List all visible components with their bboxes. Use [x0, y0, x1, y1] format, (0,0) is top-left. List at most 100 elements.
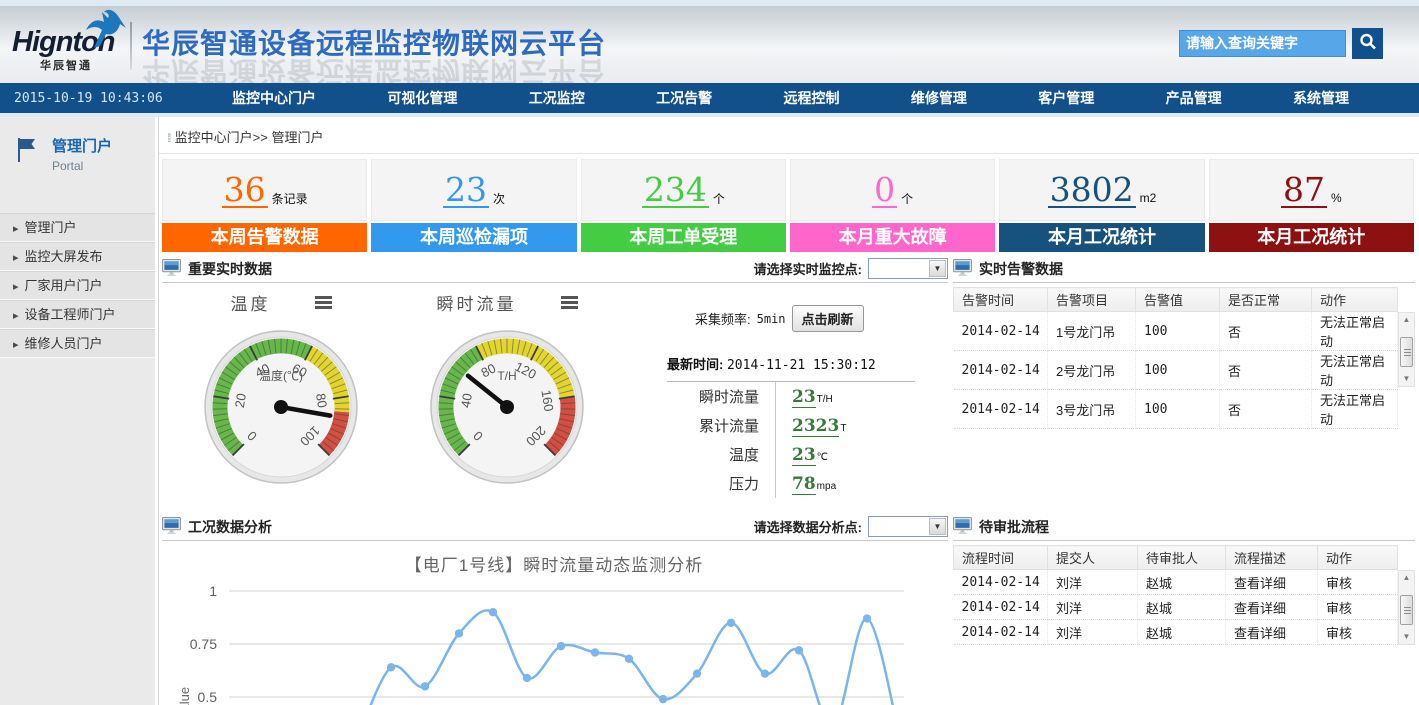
- stat-value[interactable]: 234: [642, 173, 709, 208]
- alarms-scrollbar[interactable]: ▲ ▼: [1398, 312, 1415, 387]
- breadcrumb-divider: [159, 153, 1419, 154]
- stat-unit: 个: [713, 190, 725, 207]
- logo-subtext: 华辰智通: [40, 57, 132, 73]
- approvals-column-header: 待审批人: [1138, 546, 1226, 570]
- stat-value[interactable]: 23: [443, 173, 489, 208]
- nav-item[interactable]: 维修管理: [911, 88, 967, 108]
- reading-label: 温度: [667, 444, 775, 465]
- table-row[interactable]: 2014-02-14 1号龙门吊 100 否 无法正常启动: [954, 312, 1398, 351]
- temperature-gauge: 020406080100温度(℃): [201, 327, 361, 487]
- reading-value: 23T/H: [776, 387, 833, 407]
- table-row[interactable]: 2014-02-14 刘洋 赵城 查看详细 审核: [954, 595, 1398, 620]
- latest-time-value: 2014-11-21 15:30:12: [727, 358, 876, 373]
- main-nav: 监控中心门户 可视化管理 工况监控 工况告警 远程控制 维修管理 客户管理 产品…: [232, 83, 1349, 113]
- freq-value: 5min: [757, 312, 786, 326]
- stat-unit: 条记录: [272, 190, 308, 207]
- table-row[interactable]: 2014-02-14 3号龙门吊 100 否 无法正常启动: [954, 390, 1398, 429]
- alarms-table-wrap: 告警时间告警项目告警值是否正常动作 2014-02-14 1号龙门吊 100 否…: [953, 287, 1415, 387]
- search-input[interactable]: [1179, 30, 1346, 57]
- alarms-column-header: 告警值: [1136, 288, 1220, 312]
- stat-card-top: 3802 m2: [999, 159, 1204, 221]
- triangle-right-icon: ▸: [13, 223, 19, 235]
- svg-text:20: 20: [232, 392, 249, 409]
- refresh-button[interactable]: 点击刷新: [792, 305, 864, 332]
- monitor-point-label: 请选择实时监控点:: [754, 259, 862, 278]
- reading-value: 23℃: [776, 445, 828, 465]
- sidebar-item[interactable]: ▸厂家用户门户: [0, 271, 155, 300]
- sidebar-item[interactable]: ▸管理门户: [0, 213, 155, 242]
- sidebar-item[interactable]: ▸设备工程师门户: [0, 300, 155, 329]
- table-row[interactable]: 2014-02-14 刘洋 赵城 查看详细 审核: [954, 570, 1398, 595]
- realtime-section-title: 重要实时数据: [188, 259, 272, 279]
- stat-label: 本周巡检漏项: [371, 223, 576, 252]
- stat-card: 234 个 本周工单受理: [581, 159, 786, 252]
- chevron-down-icon[interactable]: ▼: [929, 260, 946, 277]
- scroll-down-icon[interactable]: ▼: [1399, 630, 1414, 644]
- monitor-icon: [953, 517, 972, 537]
- scroll-down-icon[interactable]: ▼: [1399, 372, 1414, 386]
- stat-card: 23 次 本周巡检漏项: [371, 159, 576, 252]
- svg-text:value: value: [177, 687, 192, 705]
- scroll-up-icon[interactable]: ▲: [1399, 571, 1414, 585]
- nav-item[interactable]: 系统管理: [1293, 88, 1349, 108]
- flow-gauge-block: 瞬时流量 04080120160200T/H: [397, 289, 617, 487]
- monitor-icon: [162, 517, 181, 537]
- nav-item[interactable]: 监控中心门户: [232, 88, 316, 108]
- sidebar-item[interactable]: ▸监控大屏发布: [0, 242, 155, 271]
- main-content: ⁞⁞监控中心门户>> 管理门户 36 条记录 本周告警数据 23 次: [158, 117, 1419, 705]
- nav-item[interactable]: 远程控制: [784, 88, 840, 108]
- scroll-up-icon[interactable]: ▲: [1399, 313, 1414, 327]
- scrollbar-thumb[interactable]: [1400, 595, 1413, 625]
- stat-card-top: 0 个: [790, 159, 995, 221]
- realtime-info-panel: 采集频率: 5min 点击刷新 最新时间: 2014-11-21 15:30:1…: [667, 305, 919, 498]
- nav-timestamp: 2015-10-19 10:43:06: [14, 91, 163, 106]
- approvals-column-header: 流程时间: [954, 546, 1048, 570]
- scrollbar-thumb[interactable]: [1400, 337, 1413, 367]
- sidebar-item[interactable]: ▸维修人员门户: [0, 329, 155, 358]
- stat-value[interactable]: 3802: [1048, 173, 1136, 208]
- readings-table: 瞬时流量 23T/H 累计流量 2323T: [667, 381, 915, 498]
- nav-item[interactable]: 工况告警: [656, 88, 712, 108]
- breadcrumb-icon: ⁞⁞: [167, 131, 170, 145]
- realtime-section-header: 重要实时数据 请选择实时监控点: ▼: [162, 255, 948, 283]
- menu-icon[interactable]: [315, 296, 332, 309]
- stat-card-top: 23 次: [371, 159, 576, 221]
- stat-unit: 次: [493, 190, 505, 207]
- triangle-right-icon: ▸: [13, 339, 19, 351]
- stat-card-top: 234 个: [581, 159, 786, 221]
- stat-value[interactable]: 0: [872, 173, 897, 208]
- stat-card-top: 87 %: [1209, 159, 1414, 221]
- chevron-down-icon[interactable]: ▼: [929, 518, 946, 535]
- temperature-gauge-block: 温度 020406080100温度(℃): [171, 289, 391, 487]
- table-row[interactable]: 2014-02-14 2号龙门吊 100 否 无法正常启动: [954, 351, 1398, 390]
- analysis-point-select[interactable]: ▼: [868, 516, 948, 537]
- stat-unit: m2: [1140, 191, 1157, 205]
- sidebar: 管理门户 Portal ▸管理门户 ▸监控大屏发布 ▸厂家用户门户 ▸设备工程师…: [0, 117, 155, 705]
- svg-text:T/H: T/H: [497, 369, 516, 383]
- triangle-right-icon: ▸: [13, 252, 19, 264]
- nav-item[interactable]: 客户管理: [1038, 88, 1094, 108]
- menu-icon[interactable]: [561, 296, 578, 309]
- alarms-section-header: 实时告警数据: [953, 255, 1415, 283]
- search-button[interactable]: [1352, 28, 1383, 59]
- reading-row: 温度 23℃: [667, 440, 915, 469]
- monitor-icon: [953, 259, 972, 279]
- nav-item[interactable]: 可视化管理: [387, 88, 457, 108]
- flag-icon: [16, 137, 36, 168]
- approvals-column-header: 动作: [1318, 546, 1398, 570]
- table-row[interactable]: 2014-02-14 刘洋 赵城 查看详细 审核: [954, 620, 1398, 645]
- svg-text:40: 40: [458, 392, 475, 409]
- reading-value: 78mpa: [776, 474, 836, 494]
- approvals-scrollbar[interactable]: ▲ ▼: [1398, 570, 1415, 645]
- alarms-column-header: 告警项目: [1048, 288, 1136, 312]
- stat-value[interactable]: 36: [222, 173, 268, 208]
- nav-item[interactable]: 产品管理: [1166, 88, 1222, 108]
- stat-value[interactable]: 87: [1281, 173, 1327, 208]
- reading-row: 瞬时流量 23T/H: [667, 382, 915, 411]
- stat-card-top: 36 条记录: [162, 159, 367, 221]
- search-icon: [1358, 32, 1378, 55]
- breadcrumb: ⁞⁞监控中心门户>> 管理门户: [167, 127, 323, 146]
- monitor-point-select[interactable]: ▼: [868, 258, 948, 279]
- approvals-section-title: 待审批流程: [979, 517, 1049, 537]
- nav-item[interactable]: 工况监控: [529, 88, 585, 108]
